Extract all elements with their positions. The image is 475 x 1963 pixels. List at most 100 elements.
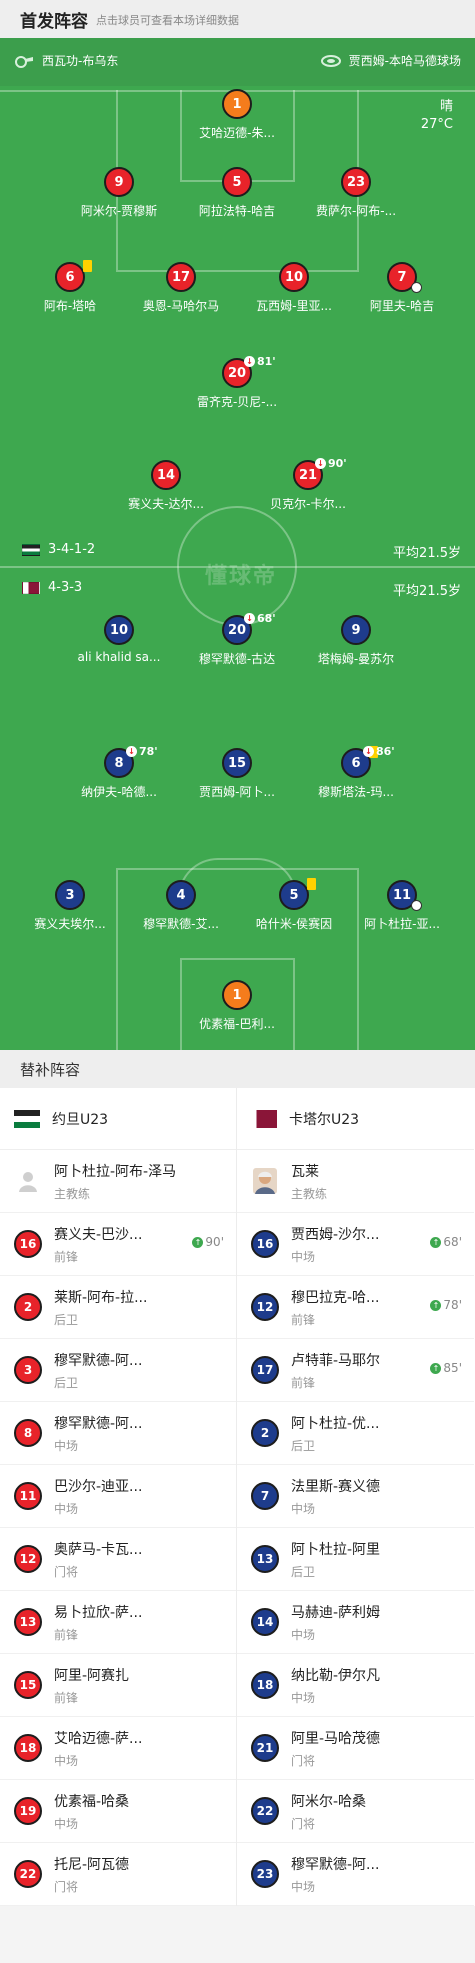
away-team-row[interactable]: 卡塔尔U23	[237, 1088, 474, 1150]
sub-player-name: 穆罕默德-阿...	[54, 1352, 143, 1369]
sub-player-row[interactable]: 19 优素福-哈桑 中场	[0, 1780, 236, 1843]
home-player[interactable]: 6 阿布-塔哈	[8, 260, 132, 314]
player-number: 23	[346, 174, 366, 190]
sub-on-icon: ↑	[192, 1236, 204, 1248]
sub-player-row[interactable]: 16 贾西姆-沙尔... 中场 ↑ 68'	[237, 1213, 474, 1276]
player-number: 3	[65, 887, 75, 903]
sub-number-badge: 13	[14, 1608, 42, 1636]
away-player[interactable]: 15 贾西姆-阿卜...	[175, 748, 299, 800]
qatar-flag-icon	[251, 1109, 277, 1128]
sub-player-name: 优素福-哈桑	[54, 1793, 130, 1810]
home-player[interactable]: 9 阿米尔-贾穆斯	[57, 167, 181, 219]
sub-player-position: 中场	[291, 1501, 316, 1516]
sub-minute: 78'	[139, 745, 158, 758]
away-player[interactable]: 6 ↓ 86' 穆斯塔法-玛...	[294, 745, 418, 800]
player-name: 穆罕默德-古达	[198, 652, 276, 666]
sub-off-marker: ↓ 81'	[244, 355, 276, 368]
home-player[interactable]: 20 ↓ 81' 雷齐克-贝尼-...	[175, 355, 299, 410]
sub-player-row[interactable]: 11 巴沙尔-迪亚... 中场	[0, 1465, 236, 1528]
sub-on-marker: ↑ 90'	[192, 1235, 224, 1249]
sub-player-row[interactable]: 12 穆巴拉克-哈... 前锋 ↑ 78'	[237, 1276, 474, 1339]
sub-player-name: 艾哈迈德-萨...	[54, 1730, 143, 1747]
player-name: 穆斯塔法-玛...	[318, 785, 394, 799]
away-player[interactable]: 20 ↓ 68' 穆罕默德-古达	[175, 612, 299, 667]
sub-off-icon: ↓	[315, 458, 326, 469]
sub-player-row[interactable]: 16 赛义夫-巴沙... 前锋 ↑ 90'	[0, 1213, 236, 1276]
sub-on-icon: ↑	[430, 1362, 442, 1374]
sub-on-marker: ↑ 85'	[430, 1361, 462, 1375]
sub-player-row[interactable]: 2 阿卜杜拉-优... 后卫	[237, 1402, 474, 1465]
sub-player-name: 巴沙尔-迪亚...	[54, 1478, 143, 1495]
home-player[interactable]: 14 赛义夫-达尔...	[104, 460, 228, 512]
sub-player-position: 前锋	[54, 1627, 79, 1642]
home-player[interactable]: 1 艾哈迈德-朱...	[175, 89, 299, 141]
player-number-badge: 1	[222, 89, 252, 119]
sub-player-position: 门将	[291, 1753, 316, 1768]
sub-player-row[interactable]: 3 穆罕默德-阿... 后卫	[0, 1339, 236, 1402]
home-player[interactable]: 23 费萨尔-阿布-...	[294, 167, 418, 219]
sub-player-row[interactable]: 8 穆罕默德-阿... 中场	[0, 1402, 236, 1465]
sub-player-row[interactable]: 21 阿里-马哈茂德 门将	[237, 1717, 474, 1780]
away-player[interactable]: 9 塔梅姆-曼苏尔	[294, 615, 418, 667]
sub-player-row[interactable]: 14 马赫迪-萨利姆 中场	[237, 1591, 474, 1654]
sub-player-row[interactable]: 23 穆罕默德-阿... 中场	[237, 1843, 474, 1906]
sub-player-row[interactable]: 15 阿里-阿赛扎 前锋	[0, 1654, 236, 1717]
sub-player-row[interactable]: 13 易卜拉欣-萨... 前锋	[0, 1591, 236, 1654]
player-number: 11	[392, 887, 412, 903]
sub-player-position: 后卫	[291, 1564, 316, 1579]
home-player[interactable]: 5 阿拉法特-哈吉	[175, 167, 299, 219]
away-player[interactable]: 11 阿卜杜拉-亚...	[340, 880, 464, 932]
away-coach-row[interactable]: 瓦莱 主教练	[237, 1150, 474, 1213]
sub-player-row[interactable]: 22 托尼-阿瓦德 门将	[0, 1843, 236, 1906]
home-player[interactable]: 10 瓦西姆-里亚...	[232, 262, 356, 314]
stadium-icon	[320, 54, 341, 67]
sub-on-marker: ↑ 68'	[430, 1235, 462, 1249]
player-number-badge: 1	[222, 980, 252, 1010]
away-player[interactable]: 8 ↓ 78' 纳伊夫-哈德...	[57, 745, 181, 800]
away-player[interactable]: 1 优素福-巴利...	[175, 980, 299, 1032]
home-player[interactable]: 7 阿里夫-哈吉	[340, 262, 464, 314]
sub-player-row[interactable]: 18 纳比勒-伊尔凡 中场	[237, 1654, 474, 1717]
sub-player-row[interactable]: 12 奥萨马-卡瓦... 门将	[0, 1528, 236, 1591]
player-number-badge: 20 ↓ 68'	[222, 612, 276, 645]
player-number-badge: 6	[55, 260, 92, 292]
player-number: 7	[397, 269, 407, 285]
away-player[interactable]: 10 ali khalid sa...	[57, 615, 181, 664]
home-team-name: 约旦U23	[52, 1111, 109, 1128]
away-player[interactable]: 3 赛义夫埃尔...	[8, 880, 132, 932]
player-name: 瓦西姆-里亚...	[256, 299, 332, 313]
sub-player-row[interactable]: 17 卢特菲-马耶尔 前锋 ↑ 85'	[237, 1339, 474, 1402]
lineup-page: { "header":{"title":"首发阵容","hint":"点击球员可…	[0, 0, 475, 1963]
sub-player-name: 纳比勒-伊尔凡	[291, 1667, 381, 1684]
sub-on-icon: ↑	[430, 1236, 442, 1248]
home-coach-name: 阿卜杜拉-阿布-泽马	[54, 1163, 177, 1180]
weather-condition: 晴	[439, 99, 453, 114]
sub-player-row[interactable]: 7 法里斯-赛义德 中场	[237, 1465, 474, 1528]
sub-number-badge: 17	[251, 1356, 279, 1384]
sub-number-badge: 18	[251, 1671, 279, 1699]
player-number-badge: 3	[55, 880, 85, 910]
away-player[interactable]: 5 哈什米-侯赛因	[232, 878, 356, 932]
home-player[interactable]: 21 ↓ 90' 贝克尔-卡尔...	[246, 457, 370, 512]
player-name: 阿布-塔哈	[43, 299, 97, 313]
sub-player-row[interactable]: 2 莱斯-阿布-拉... 后卫	[0, 1276, 236, 1339]
away-formation: 4-3-3	[22, 580, 82, 595]
sub-player-row[interactable]: 18 艾哈迈德-萨... 中场	[0, 1717, 236, 1780]
goal-ball-icon	[411, 900, 422, 911]
sub-player-name: 卢特菲-马耶尔	[291, 1352, 381, 1369]
whistle-icon	[15, 55, 33, 68]
sub-off-icon: ↓	[363, 746, 374, 757]
player-name: 奥恩-马哈尔马	[142, 299, 220, 313]
lineup-title: 首发阵容	[20, 11, 88, 32]
home-coach-row[interactable]: 阿卜杜拉-阿布-泽马 主教练	[0, 1150, 236, 1213]
sub-player-row[interactable]: 13 阿卜杜拉-阿里 后卫	[237, 1528, 474, 1591]
referee-info: 西瓦功-布乌东	[14, 52, 118, 69]
home-player[interactable]: 17 奥恩-马哈尔马	[119, 262, 243, 314]
home-team-row[interactable]: 约旦U23	[0, 1088, 236, 1150]
away-player[interactable]: 4 穆罕默德-艾...	[119, 880, 243, 932]
sub-player-row[interactable]: 22 阿米尔-哈桑 门将	[237, 1780, 474, 1843]
player-number-badge: 10	[279, 262, 309, 292]
sub-number-badge: 8	[14, 1419, 42, 1447]
sub-player-name: 易卜拉欣-萨...	[54, 1604, 143, 1621]
sub-player-position: 后卫	[54, 1375, 79, 1390]
